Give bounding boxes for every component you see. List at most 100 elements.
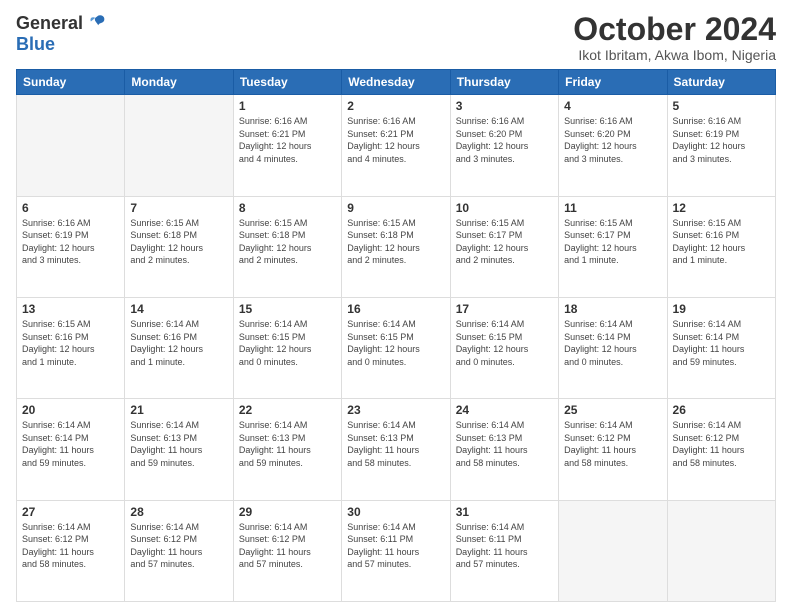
- table-row: 18 Sunrise: 6:14 AM Sunset: 6:14 PM Dayli…: [559, 297, 667, 398]
- day-info: Sunrise: 6:14 AM Sunset: 6:12 PM Dayligh…: [239, 521, 336, 571]
- day-number: 8: [239, 201, 336, 215]
- table-row: 13 Sunrise: 6:15 AM Sunset: 6:16 PM Dayli…: [17, 297, 125, 398]
- table-row: 17 Sunrise: 6:14 AM Sunset: 6:15 PM Dayli…: [450, 297, 558, 398]
- day-info: Sunrise: 6:16 AM Sunset: 6:20 PM Dayligh…: [564, 115, 661, 165]
- table-row: 2Sunrise: 6:16 AM Sunset: 6:21 PM Daylig…: [342, 95, 450, 196]
- day-number: 3: [456, 99, 553, 113]
- day-info: Sunrise: 6:14 AM Sunset: 6:15 PM Dayligh…: [239, 318, 336, 368]
- table-row: 28 Sunrise: 6:14 AM Sunset: 6:12 PM Dayli…: [125, 500, 233, 601]
- day-number: 25: [564, 403, 661, 417]
- day-number: 20: [22, 403, 119, 417]
- day-info: Sunrise: 6:14 AM Sunset: 6:14 PM Dayligh…: [22, 419, 119, 469]
- calendar: Sunday Monday Tuesday Wednesday Thursday…: [16, 69, 776, 602]
- day-number: 16: [347, 302, 444, 316]
- day-number: 24: [456, 403, 553, 417]
- day-info: Sunrise: 6:14 AM Sunset: 6:13 PM Dayligh…: [130, 419, 227, 469]
- col-wednesday: Wednesday: [342, 70, 450, 95]
- table-row: [17, 95, 125, 196]
- day-info: Sunrise: 6:14 AM Sunset: 6:11 PM Dayligh…: [347, 521, 444, 571]
- day-number: 1: [239, 99, 336, 113]
- title-section: October 2024 Ikot Ibritam, Akwa Ibom, Ni…: [573, 12, 776, 63]
- day-number: 26: [673, 403, 770, 417]
- day-info: Sunrise: 6:14 AM Sunset: 6:15 PM Dayligh…: [347, 318, 444, 368]
- day-number: 10: [456, 201, 553, 215]
- calendar-week-row: 13 Sunrise: 6:15 AM Sunset: 6:16 PM Dayli…: [17, 297, 776, 398]
- month-title: October 2024: [573, 12, 776, 47]
- day-info: Sunrise: 6:14 AM Sunset: 6:12 PM Dayligh…: [564, 419, 661, 469]
- table-row: 29 Sunrise: 6:14 AM Sunset: 6:12 PM Dayli…: [233, 500, 341, 601]
- table-row: 24 Sunrise: 6:14 AM Sunset: 6:13 PM Dayli…: [450, 399, 558, 500]
- table-row: 27Sunrise: 6:14 AM Sunset: 6:12 PM Dayli…: [17, 500, 125, 601]
- col-friday: Friday: [559, 70, 667, 95]
- day-number: 18: [564, 302, 661, 316]
- table-row: 30 Sunrise: 6:14 AM Sunset: 6:11 PM Dayli…: [342, 500, 450, 601]
- table-row: [125, 95, 233, 196]
- table-row: 3 Sunrise: 6:16 AM Sunset: 6:20 PM Daylig…: [450, 95, 558, 196]
- day-number: 23: [347, 403, 444, 417]
- col-tuesday: Tuesday: [233, 70, 341, 95]
- day-info: Sunrise: 6:15 AM Sunset: 6:16 PM Dayligh…: [22, 318, 119, 368]
- day-number: 19: [673, 302, 770, 316]
- table-row: 7Sunrise: 6:15 AM Sunset: 6:18 PM Daylig…: [125, 196, 233, 297]
- day-number: 29: [239, 505, 336, 519]
- calendar-week-row: 20 Sunrise: 6:14 AM Sunset: 6:14 PM Dayli…: [17, 399, 776, 500]
- day-info: Sunrise: 6:16 AM Sunset: 6:20 PM Dayligh…: [456, 115, 553, 165]
- table-row: 12Sunrise: 6:15 AM Sunset: 6:16 PM Dayli…: [667, 196, 775, 297]
- day-info: Sunrise: 6:15 AM Sunset: 6:17 PM Dayligh…: [564, 217, 661, 267]
- day-number: 17: [456, 302, 553, 316]
- table-row: [667, 500, 775, 601]
- location: Ikot Ibritam, Akwa Ibom, Nigeria: [573, 47, 776, 63]
- calendar-week-row: 1 Sunrise: 6:16 AM Sunset: 6:21 PM Daylig…: [17, 95, 776, 196]
- day-info: Sunrise: 6:14 AM Sunset: 6:13 PM Dayligh…: [456, 419, 553, 469]
- table-row: 22 Sunrise: 6:14 AM Sunset: 6:13 PM Dayli…: [233, 399, 341, 500]
- table-row: 8Sunrise: 6:15 AM Sunset: 6:18 PM Daylig…: [233, 196, 341, 297]
- day-number: 7: [130, 201, 227, 215]
- day-info: Sunrise: 6:16 AM Sunset: 6:21 PM Dayligh…: [239, 115, 336, 165]
- table-row: 19 Sunrise: 6:14 AM Sunset: 6:14 PM Dayli…: [667, 297, 775, 398]
- table-row: 26 Sunrise: 6:14 AM Sunset: 6:12 PM Dayli…: [667, 399, 775, 500]
- day-info: Sunrise: 6:14 AM Sunset: 6:12 PM Dayligh…: [130, 521, 227, 571]
- table-row: 15 Sunrise: 6:14 AM Sunset: 6:15 PM Dayli…: [233, 297, 341, 398]
- col-thursday: Thursday: [450, 70, 558, 95]
- day-number: 30: [347, 505, 444, 519]
- calendar-header-row: Sunday Monday Tuesday Wednesday Thursday…: [17, 70, 776, 95]
- day-info: Sunrise: 6:14 AM Sunset: 6:13 PM Dayligh…: [347, 419, 444, 469]
- col-sunday: Sunday: [17, 70, 125, 95]
- table-row: 11Sunrise: 6:15 AM Sunset: 6:17 PM Dayli…: [559, 196, 667, 297]
- day-info: Sunrise: 6:14 AM Sunset: 6:12 PM Dayligh…: [22, 521, 119, 571]
- day-info: Sunrise: 6:16 AM Sunset: 6:19 PM Dayligh…: [673, 115, 770, 165]
- day-info: Sunrise: 6:16 AM Sunset: 6:21 PM Dayligh…: [347, 115, 444, 165]
- calendar-week-row: 6Sunrise: 6:16 AM Sunset: 6:19 PM Daylig…: [17, 196, 776, 297]
- day-info: Sunrise: 6:15 AM Sunset: 6:17 PM Dayligh…: [456, 217, 553, 267]
- day-info: Sunrise: 6:14 AM Sunset: 6:11 PM Dayligh…: [456, 521, 553, 571]
- day-info: Sunrise: 6:14 AM Sunset: 6:14 PM Dayligh…: [564, 318, 661, 368]
- day-number: 15: [239, 302, 336, 316]
- day-number: 13: [22, 302, 119, 316]
- day-info: Sunrise: 6:15 AM Sunset: 6:16 PM Dayligh…: [673, 217, 770, 267]
- day-info: Sunrise: 6:14 AM Sunset: 6:15 PM Dayligh…: [456, 318, 553, 368]
- table-row: 23 Sunrise: 6:14 AM Sunset: 6:13 PM Dayli…: [342, 399, 450, 500]
- day-number: 22: [239, 403, 336, 417]
- table-row: [559, 500, 667, 601]
- day-info: Sunrise: 6:15 AM Sunset: 6:18 PM Dayligh…: [347, 217, 444, 267]
- table-row: 4Sunrise: 6:16 AM Sunset: 6:20 PM Daylig…: [559, 95, 667, 196]
- table-row: 25 Sunrise: 6:14 AM Sunset: 6:12 PM Dayli…: [559, 399, 667, 500]
- logo-blue-text: Blue: [16, 34, 55, 55]
- day-info: Sunrise: 6:14 AM Sunset: 6:14 PM Dayligh…: [673, 318, 770, 368]
- day-number: 6: [22, 201, 119, 215]
- day-number: 28: [130, 505, 227, 519]
- day-number: 9: [347, 201, 444, 215]
- table-row: 5Sunrise: 6:16 AM Sunset: 6:19 PM Daylig…: [667, 95, 775, 196]
- col-saturday: Saturday: [667, 70, 775, 95]
- table-row: 21Sunrise: 6:14 AM Sunset: 6:13 PM Dayli…: [125, 399, 233, 500]
- table-row: 1 Sunrise: 6:16 AM Sunset: 6:21 PM Daylig…: [233, 95, 341, 196]
- day-info: Sunrise: 6:14 AM Sunset: 6:13 PM Dayligh…: [239, 419, 336, 469]
- header: General Blue October 2024 Ikot Ibritam, …: [16, 12, 776, 63]
- day-number: 14: [130, 302, 227, 316]
- day-info: Sunrise: 6:14 AM Sunset: 6:12 PM Dayligh…: [673, 419, 770, 469]
- logo-bird-icon: [85, 12, 107, 34]
- table-row: 31Sunrise: 6:14 AM Sunset: 6:11 PM Dayli…: [450, 500, 558, 601]
- table-row: 14Sunrise: 6:14 AM Sunset: 6:16 PM Dayli…: [125, 297, 233, 398]
- col-monday: Monday: [125, 70, 233, 95]
- logo: General Blue: [16, 12, 107, 55]
